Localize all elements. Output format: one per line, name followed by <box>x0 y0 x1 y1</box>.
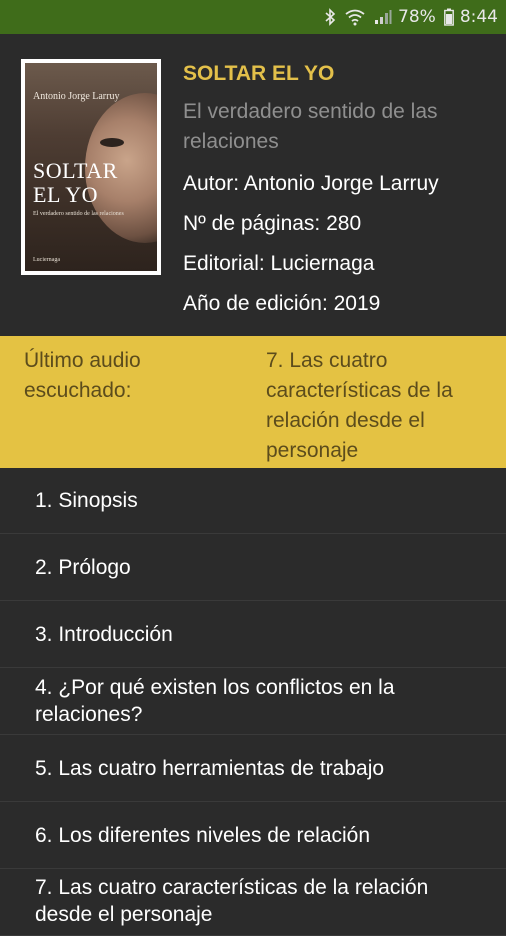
battery-percent: 78% <box>398 7 436 27</box>
book-pages: Nº de páginas: 280 <box>183 212 362 235</box>
signal-icon <box>374 9 392 25</box>
book-author: Autor: Antonio Jorge Larruy <box>183 172 439 195</box>
last-audio-banner[interactable]: Último audio escuchado: 7. Las cuatro ca… <box>0 336 506 468</box>
battery-icon <box>443 8 454 26</box>
cover-title: SOLTAR EL YO <box>33 159 118 207</box>
book-subtitle: El verdadero sentido de las relaciones <box>183 100 438 153</box>
chapter-list: 1. Sinopsis 2. Prólogo 3. Introducción 4… <box>0 468 506 936</box>
chapter-item-5[interactable]: 5. Las cuatro herramientas de trabajo <box>0 735 506 802</box>
status-bar: 78% 8:44 <box>0 0 506 34</box>
bluetooth-icon <box>324 8 336 26</box>
chapter-item-7[interactable]: 7. Las cuatro características de la rela… <box>0 869 506 936</box>
chapter-item-6[interactable]: 6. Los diferentes niveles de relación <box>0 802 506 869</box>
cover-title-line1: SOLTAR <box>33 158 118 183</box>
book-year: Año de edición: 2019 <box>183 292 381 315</box>
chapter-item-3[interactable]: 3. Introducción <box>0 601 506 668</box>
chapter-item-4[interactable]: 4. ¿Por qué existen los conflictos en la… <box>0 668 506 735</box>
cover-author: Antonio Jorge Larruy <box>33 91 120 102</box>
last-audio-label: Último audio escuchado: <box>24 349 141 402</box>
book-cover: Antonio Jorge Larruy SOLTAR EL YO El ver… <box>21 59 161 275</box>
cover-subtitle: El verdadero sentido de las relaciones <box>33 211 124 217</box>
cover-title-line2: EL YO <box>33 182 99 207</box>
book-info: SOLTAR EL YO El verdadero sentido de las… <box>183 60 503 317</box>
book-title: SOLTAR EL YO <box>183 62 335 85</box>
book-publisher: Editorial: Luciernaga <box>183 252 375 275</box>
clock: 8:44 <box>459 7 498 27</box>
wifi-icon <box>344 8 366 26</box>
cover-eye <box>100 138 124 147</box>
cover-publisher: Luciernaga <box>33 257 60 263</box>
chapter-item-2[interactable]: 2. Prólogo <box>0 534 506 601</box>
last-audio-value[interactable]: 7. Las cuatro características de la rela… <box>266 346 496 466</box>
chapter-item-1[interactable]: 1. Sinopsis <box>0 468 506 534</box>
